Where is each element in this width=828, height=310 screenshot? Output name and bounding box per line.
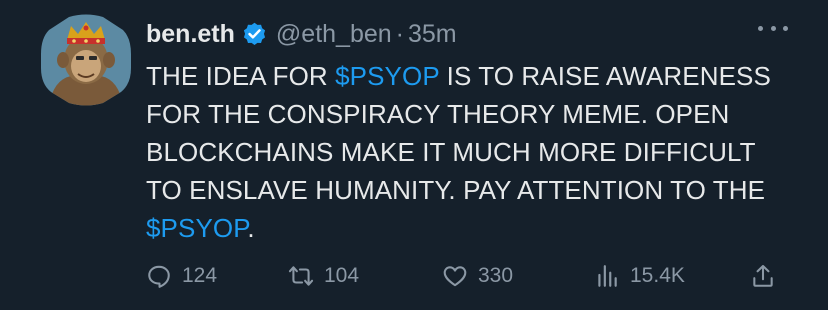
reply-count: 124 xyxy=(182,264,218,287)
like-count: 330 xyxy=(478,264,514,287)
heart-icon xyxy=(443,266,467,287)
tweet-text-part: THE IDEA FOR xyxy=(146,61,336,91)
more-dot xyxy=(783,25,788,31)
avatar[interactable] xyxy=(41,14,131,106)
retweet-button[interactable]: 104 xyxy=(288,258,359,294)
more-dot xyxy=(758,25,763,31)
verified-badge-icon xyxy=(243,22,265,45)
retweet-icon xyxy=(288,266,314,286)
tweet-text-part: . xyxy=(247,213,255,243)
cashtag-link[interactable]: $PSYOP xyxy=(335,61,439,91)
display-name[interactable]: ben.eth xyxy=(146,18,235,50)
views-button[interactable]: 15.4K xyxy=(594,258,685,294)
more-options-button[interactable] xyxy=(758,18,788,38)
reply-icon xyxy=(148,265,170,288)
more-dot xyxy=(770,25,776,31)
tweet-text: THE IDEA FOR $PSYOP IS TO RAISE AWARENES… xyxy=(146,57,796,247)
separator-dot: · xyxy=(395,20,404,48)
retweet-count: 104 xyxy=(324,264,360,287)
analytics-bars-icon xyxy=(598,265,617,287)
tweet: ben.eth @eth_ben · 35m THE IDEA FOR $PSY… xyxy=(0,0,828,310)
timestamp[interactable]: 35m xyxy=(408,18,457,50)
reply-button[interactable]: 124 xyxy=(146,258,217,294)
share-button[interactable] xyxy=(750,258,786,294)
view-count: 15.4K xyxy=(630,264,685,287)
tweet-header: ben.eth @eth_ben · 35m xyxy=(146,18,457,50)
user-handle[interactable]: @eth_ben xyxy=(276,18,392,50)
action-bar: 124 104 330 15.4K xyxy=(146,258,786,294)
share-icon xyxy=(753,265,773,287)
cashtag-link[interactable]: $PSYOP xyxy=(146,213,247,243)
like-button[interactable]: 330 xyxy=(442,258,513,294)
